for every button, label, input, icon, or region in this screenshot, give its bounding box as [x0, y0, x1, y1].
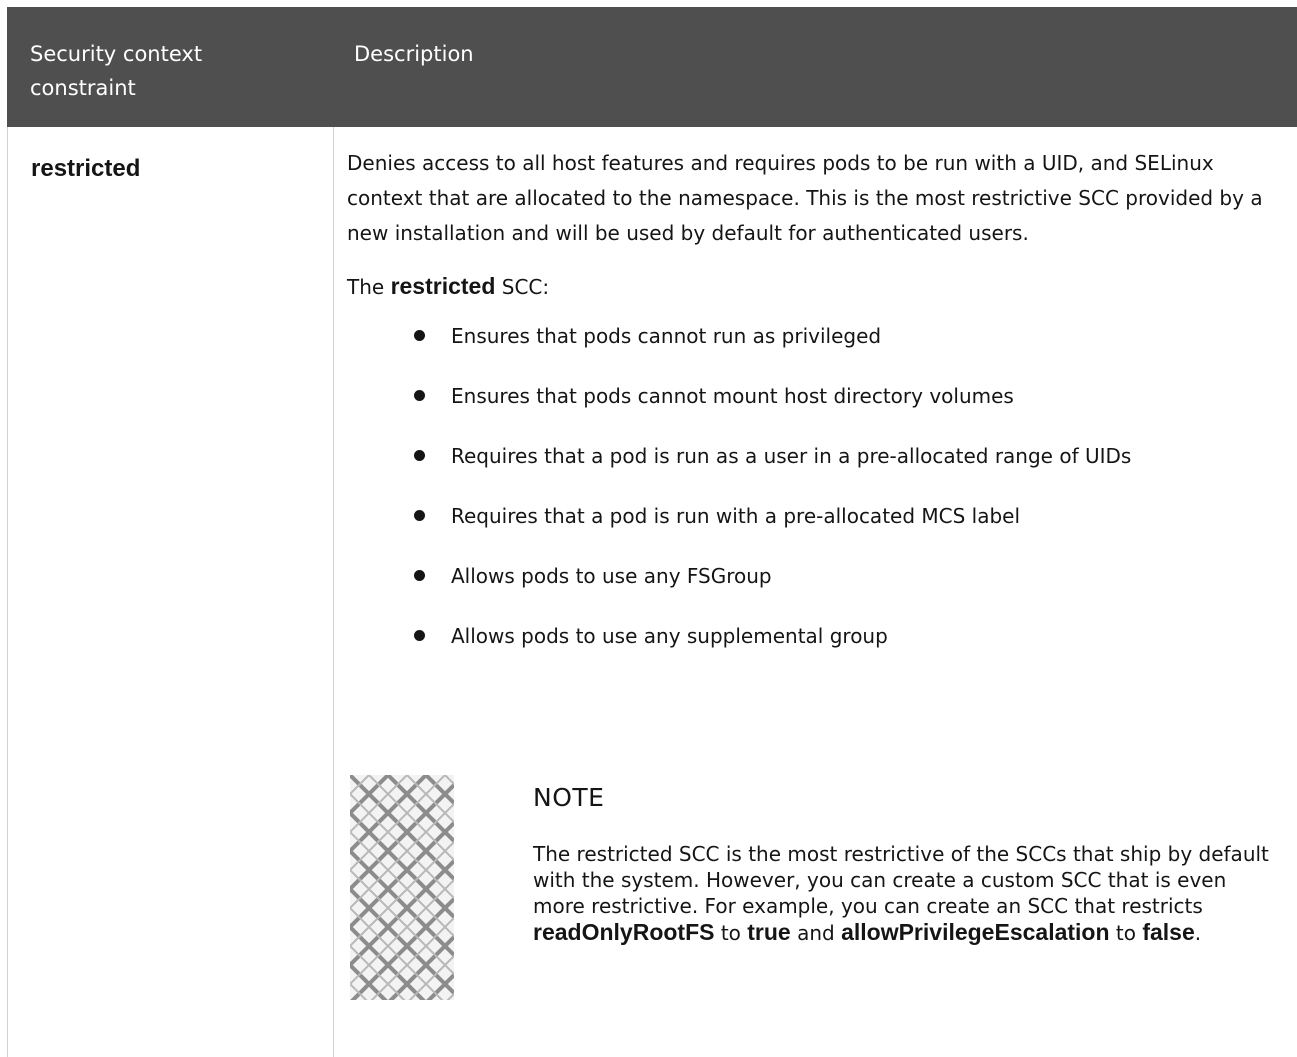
note-text-part: .: [1194, 921, 1202, 945]
list-item: Allows pods to use any FSGroup: [414, 559, 1277, 619]
list-item-text: Ensures that pods cannot mount host dire…: [451, 384, 1014, 408]
description-cell: Denies access to all host features and r…: [347, 146, 1277, 679]
column-header-description: Description: [354, 42, 474, 66]
intro-bold: restricted: [390, 273, 496, 299]
note-text-part: to: [1115, 921, 1136, 945]
note-text-part: to: [720, 921, 741, 945]
note-text: The restricted SCC is the most restricti…: [533, 841, 1283, 946]
list-item-text: Requires that a pod is run with a pre-al…: [451, 504, 1021, 528]
constraint-name: restricted: [31, 155, 141, 182]
bullet-icon: [414, 630, 425, 641]
list-item-text: Requires that a pod is run as a user in …: [451, 444, 1132, 468]
bullet-icon: [414, 570, 425, 581]
table-left-border: [7, 127, 8, 1057]
note-pattern-icon: [350, 775, 454, 1000]
list-item-text: Ensures that pods cannot run as privileg…: [451, 324, 882, 348]
list-item: Requires that a pod is run as a user in …: [414, 439, 1277, 499]
bullet-icon: [414, 450, 425, 461]
note-bold-false: false: [1142, 919, 1195, 945]
bullet-icon: [414, 510, 425, 521]
note-bold-readonlyrootfs: readOnlyRootFS: [533, 919, 715, 945]
list-item: Allows pods to use any supplemental grou…: [414, 619, 1277, 679]
note-text-part: and: [797, 921, 835, 945]
bullet-icon: [414, 390, 425, 401]
intro-suffix: SCC:: [501, 275, 550, 299]
intro-prefix: The: [347, 275, 385, 299]
bullet-icon: [414, 330, 425, 341]
list-item: Ensures that pods cannot mount host dire…: [414, 379, 1277, 439]
note-admonition: NOTE The restricted SCC is the most rest…: [350, 775, 1280, 1005]
note-title: NOTE: [533, 783, 605, 812]
note-bold-allowprivilegeescalation: allowPrivilegeEscalation: [841, 919, 1110, 945]
list-item: Ensures that pods cannot run as privileg…: [414, 319, 1277, 379]
note-bold-true: true: [747, 919, 791, 945]
note-text-part: The restricted SCC is the most restricti…: [533, 842, 1269, 918]
column-divider: [333, 127, 334, 1057]
scc-intro: The restricted SCC:: [347, 269, 1277, 305]
column-header-constraint: Security context constraint: [30, 42, 203, 100]
list-item: Requires that a pod is run with a pre-al…: [414, 499, 1277, 559]
table-header: Security context constraint Description: [7, 7, 1297, 127]
scc-rules-list: Ensures that pods cannot run as privileg…: [347, 319, 1277, 679]
description-text: Denies access to all host features and r…: [347, 151, 1263, 245]
list-item-text: Allows pods to use any supplemental grou…: [451, 624, 888, 648]
list-item-text: Allows pods to use any FSGroup: [451, 564, 772, 588]
